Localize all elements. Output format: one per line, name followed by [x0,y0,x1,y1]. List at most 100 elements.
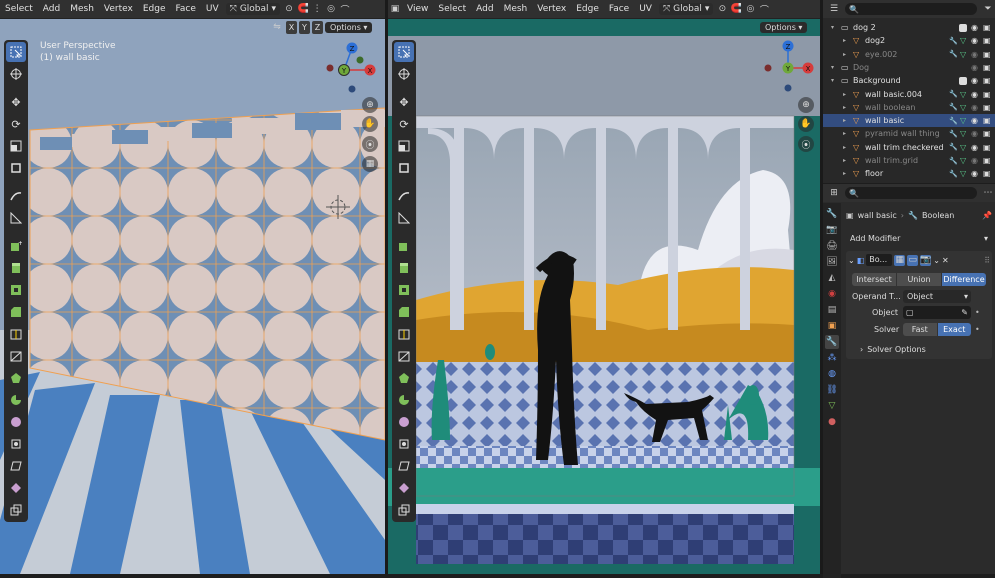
pin-icon[interactable]: 📌 [982,211,992,220]
scene-tab-icon[interactable]: ◭ [825,271,839,285]
keyframe-dot-icon[interactable]: • [975,308,980,317]
axis-y-button[interactable]: Y [299,20,310,34]
render-tab-icon[interactable]: 📷 [825,223,839,237]
modifier-menu-chevron-icon[interactable]: ⌄ [933,256,940,265]
visibility-eye-icon[interactable]: ◉ [971,116,983,125]
move-tool-icon[interactable]: ✥ [6,92,26,112]
gizmo-neg-x-axis[interactable] [764,64,772,72]
object-field[interactable]: ▢ ✎ [903,306,971,319]
collapse-chevron-icon[interactable]: ⌄ [848,256,855,265]
loop-cut-tool-icon[interactable] [394,324,414,344]
operand-type-dropdown[interactable]: Object ▾ [903,290,971,303]
operation-intersect[interactable]: Intersect [852,273,896,286]
visibility-eye-icon[interactable]: ◉ [971,103,983,112]
menu-uv[interactable]: UV [201,4,224,14]
physics-tab-icon[interactable]: ◍ [825,367,839,381]
visibility-eye-icon[interactable]: ◉ [971,50,983,59]
add-cube-tool-icon[interactable] [394,236,414,256]
loop-cut-tool-icon[interactable] [6,324,26,344]
exclude-checkbox[interactable] [959,76,967,85]
menu-vertex[interactable]: Vertex [99,4,138,14]
bevel-tool-icon[interactable] [394,302,414,322]
poly-build-tool-icon[interactable] [6,368,26,388]
tool-tab-icon[interactable]: 🔧 [825,207,839,221]
properties-search-field[interactable]: 🔍 [845,187,977,199]
render-camera-icon[interactable]: ▣ [983,76,995,85]
expand-toggle-icon[interactable]: ▸ [843,117,853,124]
expand-toggle-icon[interactable]: ▸ [843,37,853,44]
modifier-tab-icon[interactable]: 🔧 [825,335,839,349]
menu-select[interactable]: Select [0,4,38,14]
expand-toggle-icon[interactable]: ▸ [843,170,853,177]
render-camera-icon[interactable]: ▣ [983,23,995,32]
menu-edge[interactable]: Edge [571,4,604,14]
select-box-tool-icon[interactable] [6,42,26,62]
expand-toggle-icon[interactable]: ▸ [843,51,853,58]
expand-toggle-icon[interactable]: ▸ [843,91,853,98]
gizmo-neg-z-axis[interactable] [784,84,792,92]
render-camera-icon[interactable]: ▣ [983,169,995,178]
gizmo-neg-x-axis[interactable] [326,64,334,72]
render-camera-icon[interactable]: ▣ [983,103,995,112]
keyframe-dot-icon[interactable]: • [975,325,980,334]
inset-tool-icon[interactable] [394,280,414,300]
constraints-tab-icon[interactable]: ⛓ [825,383,839,397]
mirror-icon[interactable]: ⇋ [270,20,284,34]
material-tab-icon[interactable]: ● [825,415,839,429]
menu-select[interactable]: Select [433,4,471,14]
outliner-row[interactable]: ▾ ▭ Background ◉ ▣ [823,74,995,87]
expand-toggle-icon[interactable]: ▾ [831,24,841,31]
world-tab-icon[interactable]: ◉ [825,287,839,301]
expand-toggle-icon[interactable]: ▾ [831,77,841,84]
options-button[interactable]: Options ▾ [760,21,808,33]
visibility-eye-icon[interactable]: ◉ [971,90,983,99]
knife-tool-icon[interactable] [6,346,26,366]
visibility-eye-icon[interactable]: ◉ [971,63,983,72]
add-modifier-dropdown[interactable]: Add Modifier ▾ [846,231,992,245]
measure-tool-icon[interactable] [6,208,26,228]
scale-tool-icon[interactable] [394,136,414,156]
render-camera-icon[interactable]: ▣ [983,129,995,138]
output-tab-icon[interactable]: 🖨 [825,239,839,253]
visibility-eye-icon[interactable]: ◉ [971,169,983,178]
axis-x-button[interactable]: X [286,20,297,34]
proportional-editing-icon[interactable]: ◎ [743,2,757,16]
display-mode-icon[interactable]: ☰ [827,2,841,16]
menu-mesh[interactable]: Mesh [499,4,533,14]
particles-tab-icon[interactable]: ⁂ [825,351,839,365]
left-navigation-gizmo[interactable]: Z X Y [322,38,380,96]
axis-z-button[interactable]: Z [312,20,323,34]
rip-region-tool-icon[interactable] [394,478,414,498]
outliner-row[interactable]: ▸ ▽ dog2 🔧 ▽ ◉ ▣ [823,34,995,47]
shrink-fatten-tool-icon[interactable] [394,434,414,454]
zoom-icon[interactable]: ⊕ [362,97,378,113]
outliner-row[interactable]: ▸ ▽ floor 🔧 ▽ ◉ ▣ [823,167,995,180]
rotate-tool-icon[interactable]: ⟳ [394,114,414,134]
visibility-eye-icon[interactable]: ◉ [971,36,983,45]
render-camera-icon[interactable]: ▣ [983,50,995,59]
expand-toggle-icon[interactable]: ▸ [843,157,853,164]
eyedropper-icon[interactable]: ✎ [961,308,971,317]
visibility-eye-icon[interactable]: ◉ [971,143,983,152]
transform-orientation-dropdown[interactable]: ⤧ Global ▾ [225,3,281,15]
transform-tool-icon[interactable] [6,158,26,178]
pivot-point-icon[interactable]: ⊙ [715,2,729,16]
menu-mesh[interactable]: Mesh [65,4,99,14]
pan-hand-icon[interactable]: ✋ [798,116,814,132]
bevel-tool-icon[interactable] [6,302,26,322]
extrude-tool-icon[interactable] [6,258,26,278]
outliner-row[interactable]: ▸ ▽ wall basic.004 🔧 ▽ ◉ ▣ [823,88,995,101]
perspective-grid-icon[interactable]: ▦ [362,156,378,172]
render-toggle-icon[interactable]: 📷 [920,254,931,266]
render-camera-icon[interactable]: ▣ [983,156,995,165]
transform-tool-icon[interactable] [394,158,414,178]
cursor-tool-icon[interactable] [394,64,414,84]
collection-tab-icon[interactable]: ▤ [825,303,839,317]
gizmo-neg-z-axis[interactable] [348,85,356,93]
exclude-checkbox[interactable] [959,23,967,32]
falloff-icon[interactable]: ⌒ [338,2,352,16]
options-icon[interactable]: ⋯ [981,186,995,200]
menu-edge[interactable]: Edge [138,4,171,14]
data-tab-icon[interactable]: ▽ [825,399,839,413]
falloff-icon[interactable]: ⌒ [757,2,771,16]
